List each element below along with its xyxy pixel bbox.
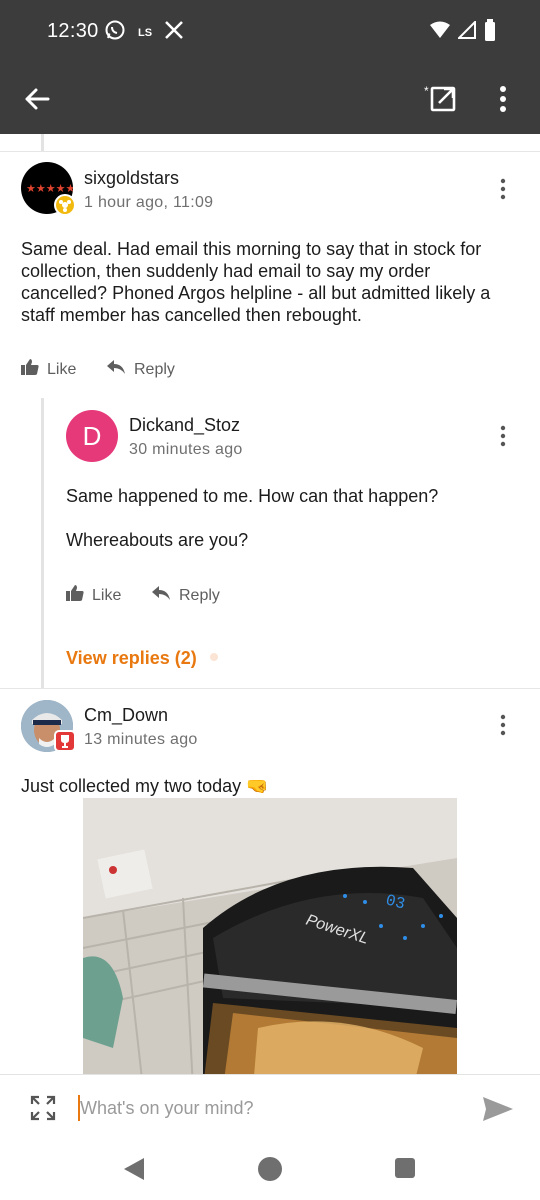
reply-arrow-icon xyxy=(151,585,171,606)
comment-username[interactable]: Dickand_Stoz xyxy=(129,415,240,436)
back-arrow-icon[interactable] xyxy=(22,84,52,114)
comment-more-icon[interactable] xyxy=(498,178,508,200)
thread-line-nested xyxy=(41,398,44,688)
wifi-icon xyxy=(430,21,450,44)
x-icon xyxy=(164,20,184,45)
thumbs-up-icon xyxy=(66,585,84,606)
view-replies-link[interactable]: View replies (2) xyxy=(66,648,197,669)
like-button[interactable]: Like xyxy=(21,359,76,380)
comment-input[interactable] xyxy=(80,1094,460,1122)
reply-button[interactable]: Reply xyxy=(151,585,220,606)
like-button[interactable]: Like xyxy=(66,585,121,606)
status-time: 12:30 xyxy=(47,20,99,42)
more-vert-icon[interactable] xyxy=(492,84,514,114)
battery-icon xyxy=(484,19,496,46)
reply-button[interactable]: Reply xyxy=(106,359,175,380)
screen: 12:30 LS * ★★★★★ sixgoldstars 1 hour ago… xyxy=(0,0,540,1200)
expand-icon[interactable] xyxy=(30,1095,56,1121)
comment-body-line: Whereabouts are you? xyxy=(66,530,249,550)
rank-badge-icon xyxy=(54,194,76,216)
comment-body: Just collected my two today 🤜 xyxy=(21,776,269,796)
like-label: Like xyxy=(47,360,77,378)
reply-label: Reply xyxy=(134,360,175,378)
comment-list[interactable]: ★★★★★ sixgoldstars 1 hour ago, 11:09 Sam… xyxy=(0,134,540,1074)
status-notification-icons: LS xyxy=(104,19,184,46)
comment-composer xyxy=(0,1074,540,1138)
trophy-badge-icon xyxy=(54,730,76,752)
ls-icon: LS xyxy=(138,26,153,39)
comment-more-icon[interactable] xyxy=(498,425,508,447)
like-label: Like xyxy=(92,586,122,604)
comment-image[interactable]: 03 PowerXL xyxy=(83,798,457,1074)
thread-line xyxy=(41,134,44,152)
signal-icon xyxy=(456,19,476,44)
comment-username[interactable]: sixgoldstars xyxy=(84,168,179,189)
avatar[interactable]: D xyxy=(66,410,118,462)
comment-timestamp: 30 minutes ago xyxy=(129,441,243,458)
reply-label: Reply xyxy=(179,586,220,604)
send-icon[interactable] xyxy=(482,1095,514,1123)
divider xyxy=(0,688,540,689)
comment-username[interactable]: Cm_Down xyxy=(84,705,168,726)
thumbs-up-icon xyxy=(21,359,39,380)
avatar-letter: D xyxy=(82,420,102,451)
comment-body-line: Same happened to me. How can that happen… xyxy=(66,486,439,506)
nav-recents-icon[interactable] xyxy=(395,1158,415,1178)
comment-body: Same deal. Had email this morning to say… xyxy=(21,239,491,325)
status-system-icons xyxy=(430,19,496,46)
whatsapp-icon xyxy=(104,19,126,46)
nav-back-icon[interactable] xyxy=(122,1157,146,1186)
comment-timestamp: 1 hour ago, 11:09 xyxy=(84,194,214,211)
comment-more-icon[interactable] xyxy=(498,714,508,736)
system-nav-bar xyxy=(0,1138,540,1200)
comment-timestamp: 13 minutes ago xyxy=(84,731,198,748)
reply-arrow-icon xyxy=(106,359,126,380)
open-external-icon[interactable]: * xyxy=(424,84,458,114)
divider xyxy=(0,151,540,152)
svg-text:*: * xyxy=(424,84,429,98)
loading-dot xyxy=(210,653,218,661)
app-bar: * xyxy=(0,62,540,134)
status-bar: 12:30 LS xyxy=(0,0,540,62)
nav-home-icon[interactable] xyxy=(258,1157,282,1181)
